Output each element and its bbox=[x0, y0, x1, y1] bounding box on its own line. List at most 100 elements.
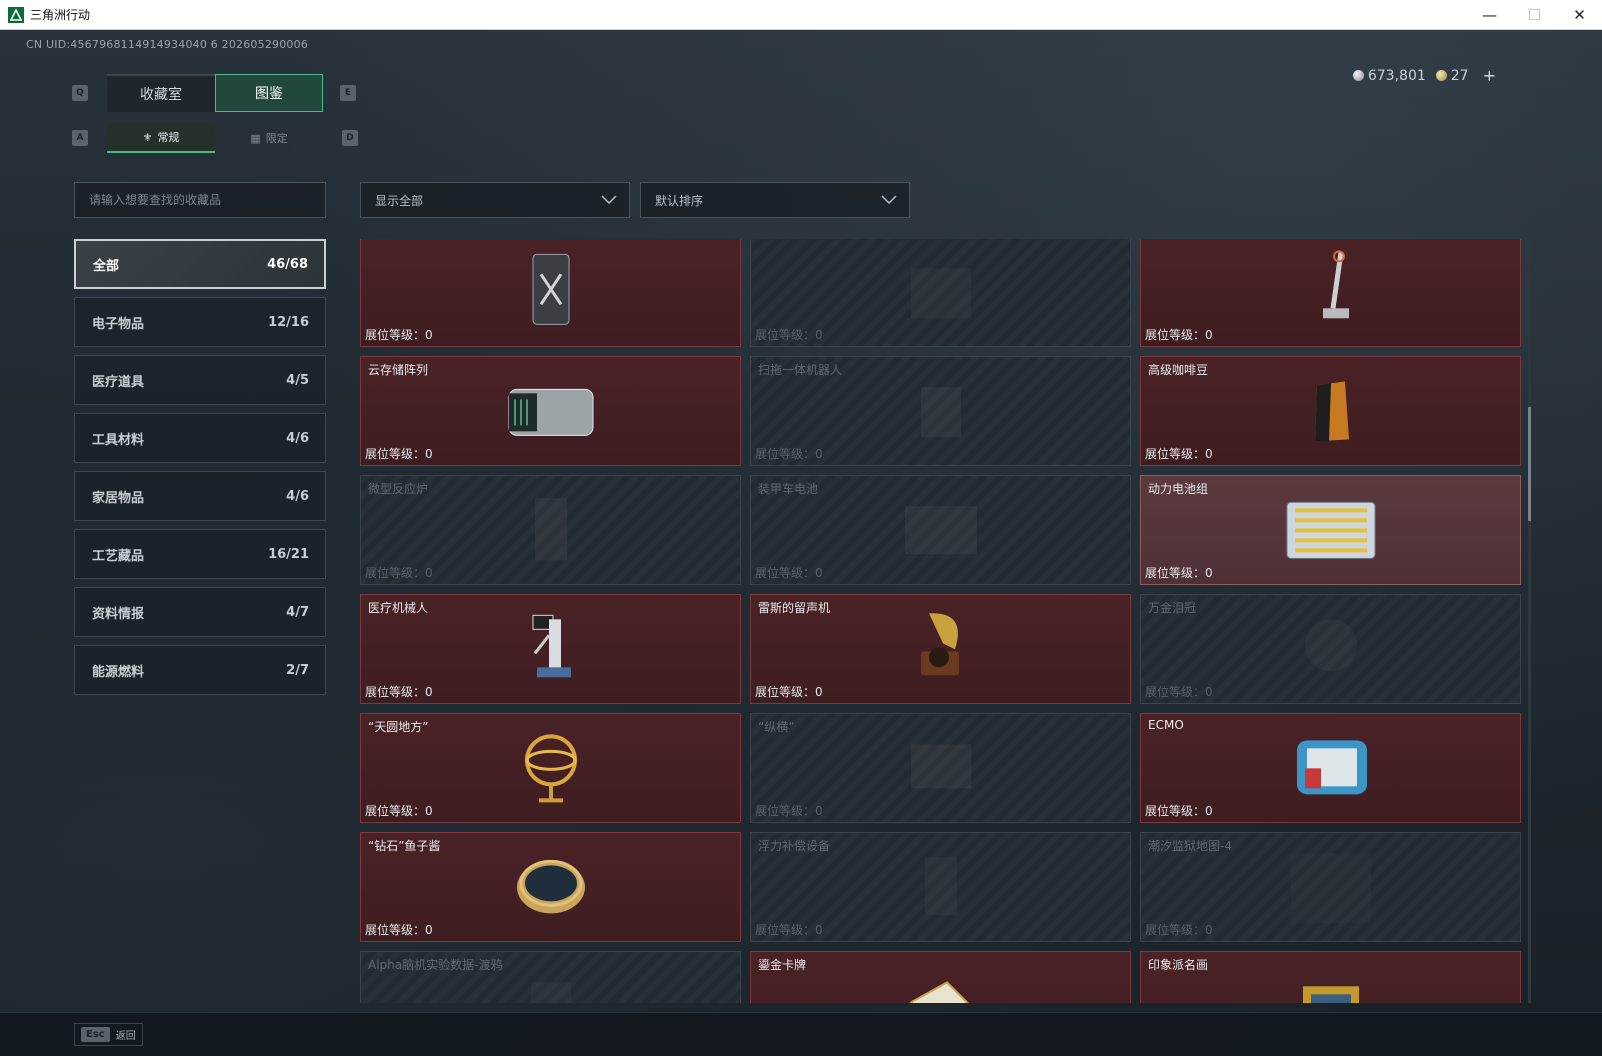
collection-card[interactable]: 扫拖一体机器人 展位等级：0 bbox=[750, 356, 1131, 466]
tab-collection-room[interactable]: 收藏室 bbox=[107, 74, 215, 112]
silver-currency: 673,801 bbox=[1352, 68, 1426, 84]
item-name: 扫拖一体机器人 bbox=[758, 363, 843, 377]
collection-card[interactable]: 浮力补偿设备 展位等级：0 bbox=[750, 832, 1131, 942]
category-item[interactable]: 电子物品 12/16 bbox=[74, 297, 326, 347]
crown-icon bbox=[1271, 605, 1391, 689]
display-filter-dropdown[interactable]: 显示全部 bbox=[360, 182, 630, 218]
sort-dropdown[interactable]: 默认排序 bbox=[640, 182, 910, 218]
reactor-icon bbox=[491, 486, 611, 570]
item-name: “钻石”鱼子酱 bbox=[368, 839, 441, 853]
exhibit-level: 展位等级：0 bbox=[1145, 804, 1213, 818]
item-name: 云存储阵列 bbox=[368, 363, 429, 377]
exhibit-level: 展位等级：0 bbox=[365, 566, 433, 580]
collection-card[interactable]: 医疗机械人 展位等级：0 bbox=[360, 594, 741, 704]
card-icon bbox=[881, 962, 1001, 1003]
key-hint-q: Q bbox=[72, 85, 88, 101]
currency-bar: 673,801 27 + bbox=[1352, 66, 1496, 85]
grid-scrollbar[interactable] bbox=[1528, 239, 1531, 1003]
regular-icon: ⚜ bbox=[142, 130, 153, 144]
ecmo-icon bbox=[1271, 724, 1391, 808]
jerrycan-icon bbox=[491, 248, 611, 332]
minimize-button[interactable]: — bbox=[1467, 0, 1512, 30]
map-icon bbox=[1271, 843, 1391, 927]
collection-card[interactable]: 印象派名画 bbox=[1140, 951, 1521, 1003]
exhibit-level: 展位等级：0 bbox=[365, 447, 433, 461]
collection-card[interactable]: 微型反应炉展位等级：0 bbox=[360, 475, 741, 585]
tab-regular-label: 常规 bbox=[157, 131, 180, 144]
exhibit-level: 展位等级：0 bbox=[365, 328, 433, 342]
item-name: 万金泪冠 bbox=[1148, 601, 1197, 615]
chevron-down-icon bbox=[601, 195, 617, 205]
item-name: 浮力补偿设备 bbox=[758, 839, 831, 853]
uid-text: CN UID:4567968114914934040 6 20260529000… bbox=[26, 38, 309, 51]
category-count: 4/7 bbox=[286, 604, 309, 620]
collection-card[interactable]: 展位等级：0 bbox=[360, 239, 741, 347]
collection-grid: 展位等级：0 展位等级：0 展位等级：0 云存储阵列 展位等级：0 扫拖一体机器人 展位等级… bbox=[360, 239, 1521, 1003]
scrollbar-thumb[interactable] bbox=[1528, 407, 1531, 521]
category-item[interactable]: 医疗道具 4/5 bbox=[74, 355, 326, 405]
tab-limited[interactable]: ▦ 限定 bbox=[215, 123, 323, 153]
category-item[interactable]: 工具材料 4/6 bbox=[74, 413, 326, 463]
category-label: 能源燃料 bbox=[92, 664, 145, 680]
collection-card[interactable]: “纵横” 展位等级：0 bbox=[750, 713, 1131, 823]
category-item[interactable]: 资料情报 4/7 bbox=[74, 587, 326, 637]
tab-catalog[interactable]: 图鉴 bbox=[215, 74, 323, 112]
buoyancy-icon bbox=[881, 843, 1001, 927]
collection-grid-viewport: 展位等级：0 展位等级：0 展位等级：0 云存储阵列 展位等级：0 扫拖一体机器人 展位等级… bbox=[360, 239, 1530, 1003]
sub-tabs: ⚜ 常规 ▦ 限定 bbox=[107, 123, 323, 153]
close-button[interactable]: ✕ bbox=[1557, 0, 1602, 30]
tab-limited-label: 限定 bbox=[265, 132, 288, 145]
tab-regular[interactable]: ⚜ 常规 bbox=[107, 123, 215, 153]
collection-card[interactable]: ECMO 展位等级：0 bbox=[1140, 713, 1521, 823]
game-area: CN UID:4567968114914934040 6 20260529000… bbox=[0, 30, 1602, 1056]
exhibit-level: 展位等级：0 bbox=[755, 566, 823, 580]
category-item[interactable]: 能源燃料 2/7 bbox=[74, 645, 326, 695]
storage-array-icon bbox=[491, 367, 611, 451]
key-hint-d: D bbox=[342, 130, 358, 146]
caviar-tin-icon bbox=[491, 843, 611, 927]
search-input[interactable] bbox=[89, 193, 325, 207]
item-name: “天圆地方” bbox=[368, 720, 429, 734]
exhibit-level: 展位等级：0 bbox=[755, 685, 823, 699]
collection-card[interactable]: 展位等级：0 bbox=[750, 239, 1131, 347]
collection-card[interactable]: 鎏金卡牌 bbox=[750, 951, 1131, 1003]
gold-currency: 27 bbox=[1435, 68, 1469, 84]
category-count: 2/7 bbox=[286, 662, 309, 678]
collection-card[interactable]: 装甲车电池 展位等级：0 bbox=[750, 475, 1131, 585]
back-button[interactable]: Esc 返回 bbox=[74, 1023, 143, 1046]
category-label: 全部 bbox=[93, 258, 120, 274]
collection-card[interactable]: 万金泪冠 展位等级：0 bbox=[1140, 594, 1521, 704]
painting-icon bbox=[1271, 962, 1391, 1003]
maximize-button[interactable]: ☐ bbox=[1512, 0, 1557, 30]
exhibit-level: 展位等级：0 bbox=[365, 685, 433, 699]
collection-card[interactable]: “钻石”鱼子酱 展位等级：0 bbox=[360, 832, 741, 942]
category-count: 46/68 bbox=[267, 256, 308, 272]
collection-card[interactable]: 潮汐监狱地图-4 展位等级：0 bbox=[1140, 832, 1521, 942]
collection-card[interactable]: “天圆地方” 展位等级：0 bbox=[360, 713, 741, 823]
category-label: 家居物品 bbox=[92, 490, 145, 506]
collection-card[interactable]: 云存储阵列展位等级：0 bbox=[360, 356, 741, 466]
display-filter-value: 显示全部 bbox=[375, 193, 424, 208]
armillary-icon bbox=[491, 724, 611, 808]
category-item[interactable]: 家居物品 4/6 bbox=[74, 471, 326, 521]
esc-key-hint: Esc bbox=[81, 1027, 110, 1042]
collection-card[interactable]: 动力电池组 展位等级：0 bbox=[1140, 475, 1521, 585]
collection-card[interactable]: 展位等级：0 bbox=[1140, 239, 1521, 347]
silver-coin-icon bbox=[1352, 69, 1364, 81]
exhibit-level: 展位等级：0 bbox=[755, 804, 823, 818]
data-icon bbox=[491, 962, 611, 1003]
exhibit-level: 展位等级：0 bbox=[1145, 923, 1213, 937]
key-hint-a: A bbox=[72, 130, 88, 146]
add-currency-button[interactable]: + bbox=[1483, 66, 1496, 85]
collection-card[interactable]: 雷斯的留声机 展位等级：0 bbox=[750, 594, 1131, 704]
category-item[interactable]: 工艺藏品 16/21 bbox=[74, 529, 326, 579]
battery-icon bbox=[881, 486, 1001, 570]
item-name: 微型反应炉 bbox=[368, 482, 429, 496]
item-name: Alpha脑机实验数据-渡鸦 bbox=[368, 958, 503, 972]
category-item[interactable]: 全部 46/68 bbox=[74, 239, 326, 289]
item-name: 鎏金卡牌 bbox=[758, 958, 807, 972]
collection-card[interactable]: Alpha脑机实验数据-渡鸦 bbox=[360, 951, 741, 1003]
exhibit-level: 展位等级：0 bbox=[755, 328, 823, 342]
collection-card[interactable]: 高级咖啡豆 展位等级：0 bbox=[1140, 356, 1521, 466]
item-name: 印象派名画 bbox=[1148, 958, 1209, 972]
